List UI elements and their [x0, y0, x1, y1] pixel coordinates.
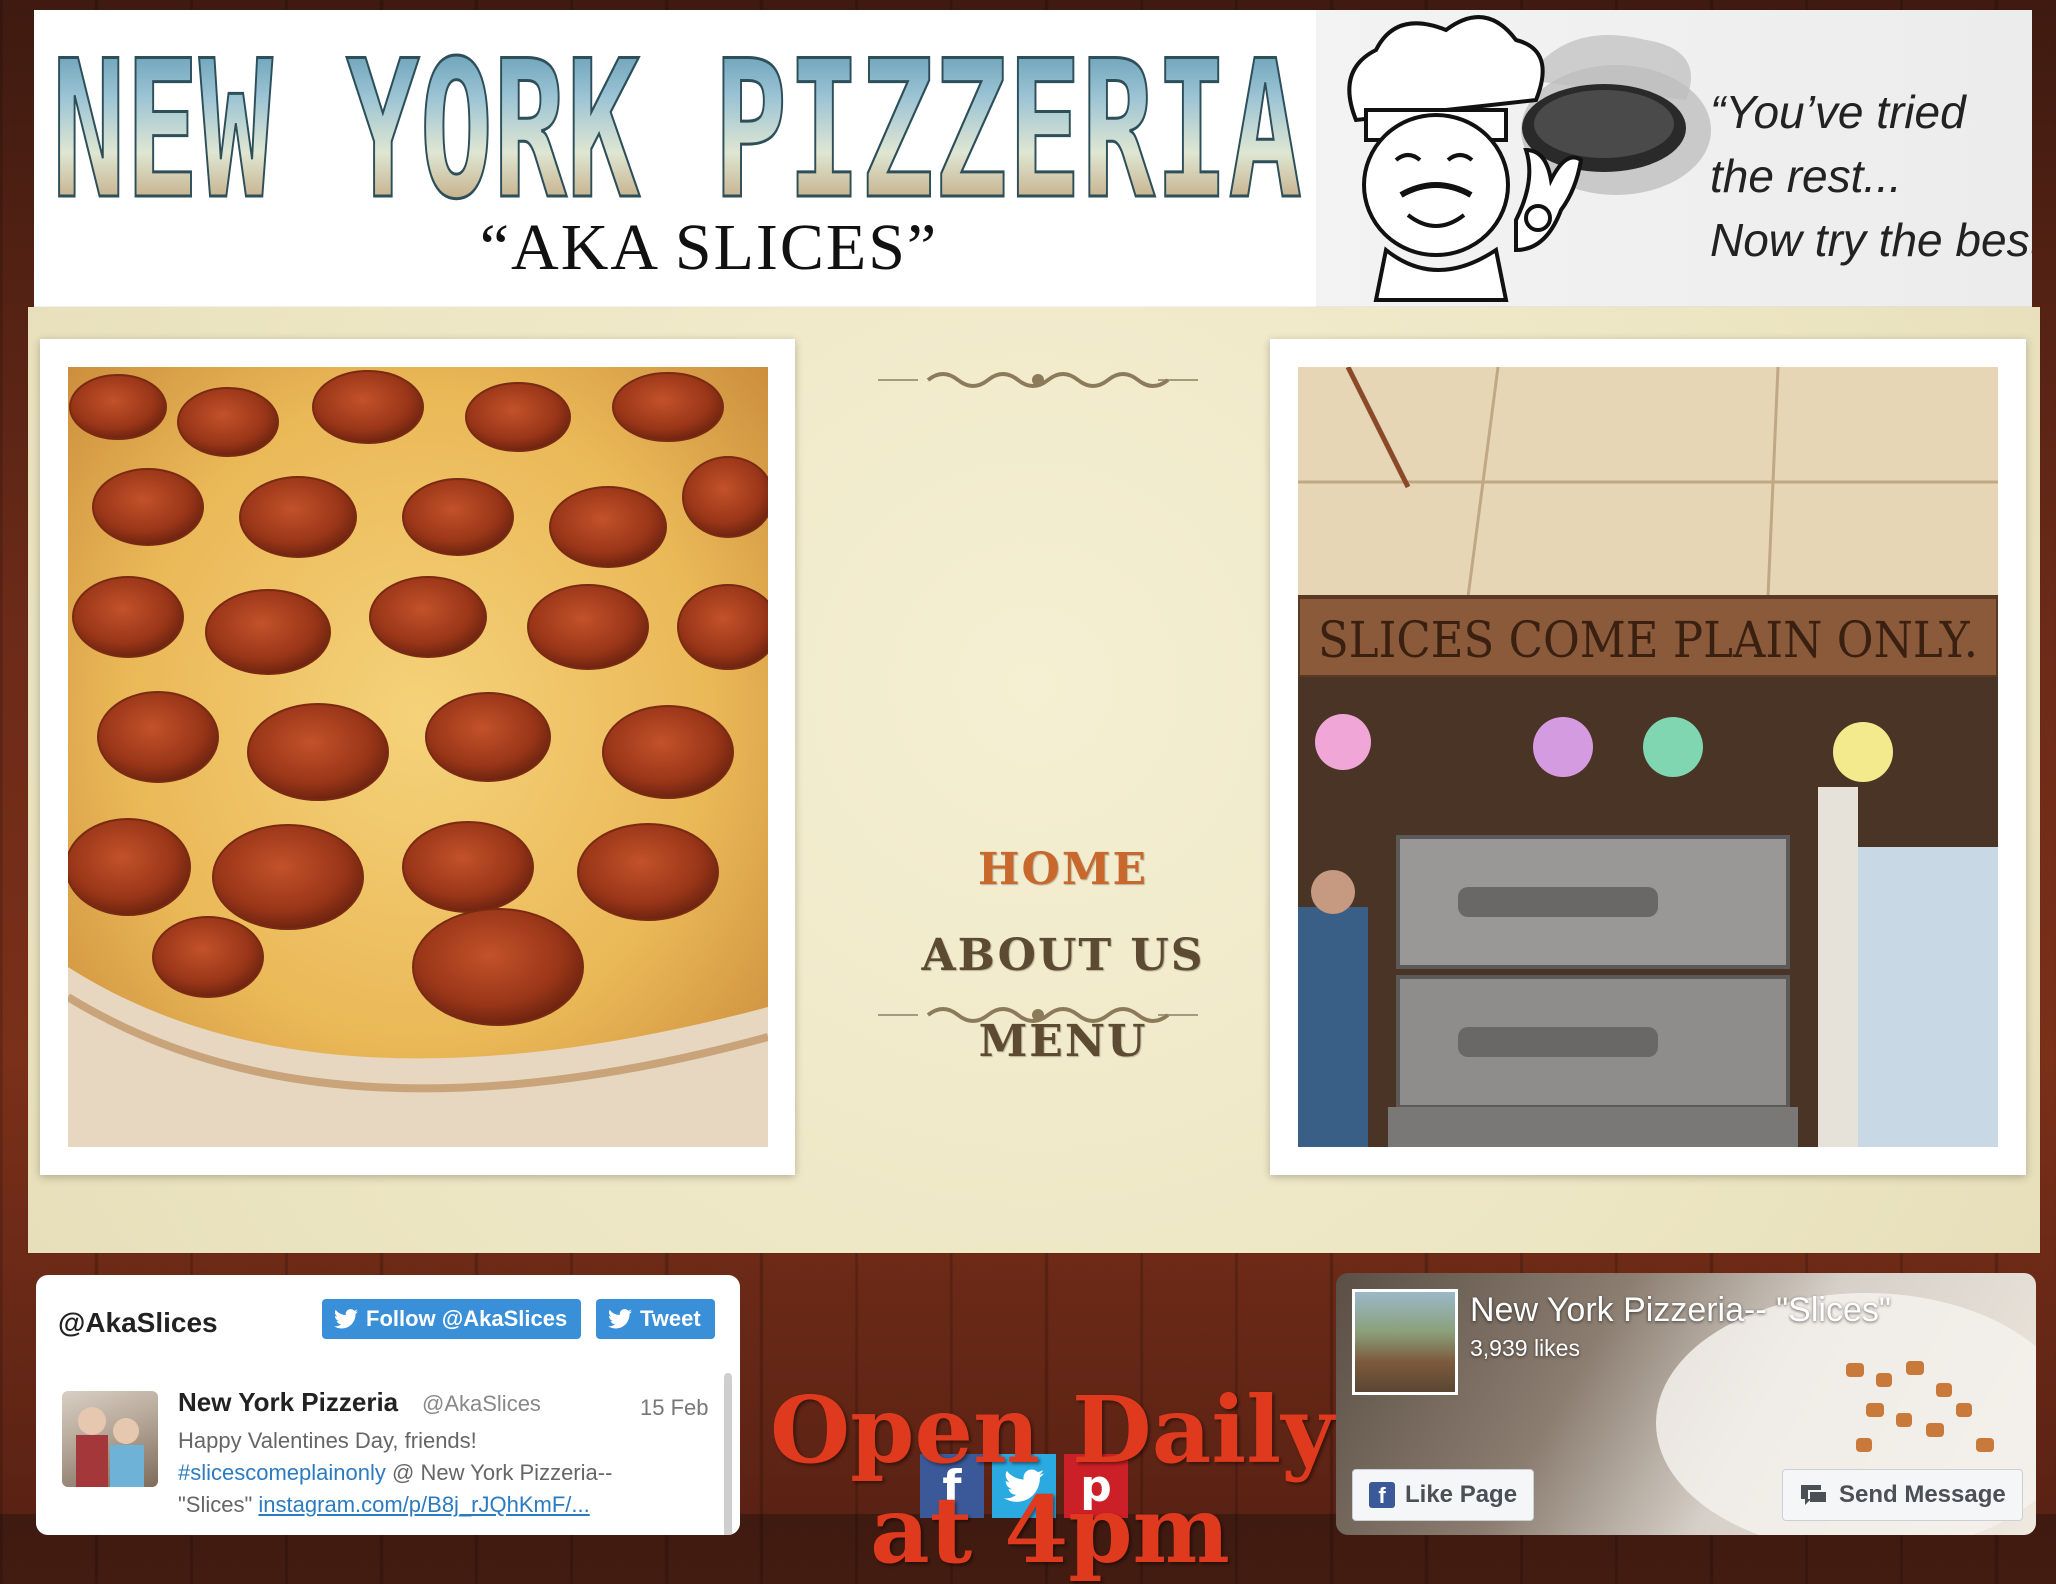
tweet-line: Happy Valentines Day, friends! [178, 1428, 477, 1453]
top-ornament-icon [878, 372, 1198, 388]
nav-home-link[interactable]: HOME [878, 827, 1248, 913]
send-message-button[interactable]: Send Message [1782, 1469, 2023, 1521]
main-panel: HOME ABOUT US MENU SLICES COME PLAIN ONL… [28, 307, 2040, 1518]
tweet-url-link[interactable]: instagram.com/p/B8j_rJQhKmF/... [258, 1492, 589, 1517]
twitter-widget-handle[interactable]: @AkaSlices [58, 1307, 218, 1339]
tweet-button-label: Tweet [640, 1306, 701, 1331]
header-banner[interactable]: NEW YORK PIZZERIA “AKA SLICES” “You’ve t… [34, 10, 2032, 307]
main-nav: HOME ABOUT US MENU [878, 827, 1248, 1085]
slogan-line: “You’ve tried [1710, 86, 1966, 138]
slogan-line: Now try the best!” [1710, 214, 2032, 266]
tweet-author-avatar[interactable] [62, 1391, 158, 1487]
like-page-label: Like Page [1405, 1481, 1518, 1508]
facebook-page-likes: 3,939 likes [1470, 1335, 1580, 1361]
follow-button[interactable]: Follow @AkaSlices [322, 1299, 582, 1339]
follow-button-label: Follow @AkaSlices [366, 1306, 568, 1331]
pizza-photo-frame [40, 339, 795, 1175]
avatar-photo [76, 1407, 144, 1487]
brand-subtitle: “AKA SLICES” [479, 211, 939, 284]
tweet-line-text: @ New York Pizzeria-- [385, 1460, 613, 1485]
pizza-photo[interactable] [68, 367, 768, 1147]
slogan-line: the rest... [1710, 150, 1902, 202]
tweet-date[interactable]: 15 Feb [640, 1395, 709, 1421]
like-page-button[interactable]: f Like Page [1352, 1469, 1535, 1521]
twitter-widget: @AkaSlices Follow @AkaSlices Tweet New Y… [36, 1275, 740, 1535]
shop-photo[interactable]: SLICES COME PLAIN ONLY. [1298, 367, 1998, 1147]
cover-photo-food [1846, 1361, 1994, 1452]
opening-hours: Open Daily at 4pm [770, 1376, 1335, 1584]
send-message-label: Send Message [1839, 1481, 2006, 1508]
tweet-button[interactable]: Tweet [596, 1299, 715, 1339]
tweet-line: "Slices" instagram.com/p/B8j_rJQhKmF/... [178, 1489, 698, 1521]
pizza-image [68, 367, 768, 1147]
tweet-text: Happy Valentines Day, friends! #slicesco… [178, 1425, 698, 1521]
tweet-hashtag-link[interactable]: #slicescomeplainonly [178, 1460, 386, 1485]
brand-title-text: NEW YORK PIZZERIA [52, 26, 1302, 216]
shop-sign-text: SLICES COME PLAIN ONLY. [1318, 611, 1978, 669]
hours-line: at 4pm [870, 1476, 1230, 1584]
facebook-page-name[interactable]: New York Pizzeria-- "Slices" [1470, 1291, 1891, 1330]
tweet-author-name[interactable]: New York Pizzeria [178, 1387, 398, 1418]
facebook-page-widget[interactable]: New York Pizzeria-- "Slices" 3,939 likes… [1336, 1273, 2036, 1535]
slogan: “You’ve tried the rest... Now try the be… [1710, 80, 2032, 272]
nav-about-us-link[interactable]: ABOUT US [878, 913, 1248, 999]
twitter-widget-scrollbar[interactable] [724, 1373, 732, 1535]
twitter-bird-icon [608, 1309, 632, 1329]
shop-image: SLICES COME PLAIN ONLY. [1298, 367, 1998, 1147]
facebook-icon: f [1369, 1482, 1395, 1508]
tweet-author-handle[interactable]: @AkaSlices [422, 1391, 541, 1417]
brand-logo-title: NEW YORK PIZZERIA [52, 26, 1304, 216]
tweet-line: #slicescomeplainonly @ New York Pizzeria… [178, 1457, 698, 1489]
tweet-line-text: "Slices" [178, 1492, 259, 1517]
bottom-ornament-icon [878, 1007, 1198, 1023]
twitter-bird-icon [334, 1309, 358, 1329]
message-icon [1801, 1485, 1828, 1505]
facebook-page-thumbnail[interactable] [1352, 1289, 1458, 1395]
hours-line: Open Daily [770, 1376, 1335, 1484]
shop-photo-frame: SLICES COME PLAIN ONLY. [1270, 339, 2026, 1175]
